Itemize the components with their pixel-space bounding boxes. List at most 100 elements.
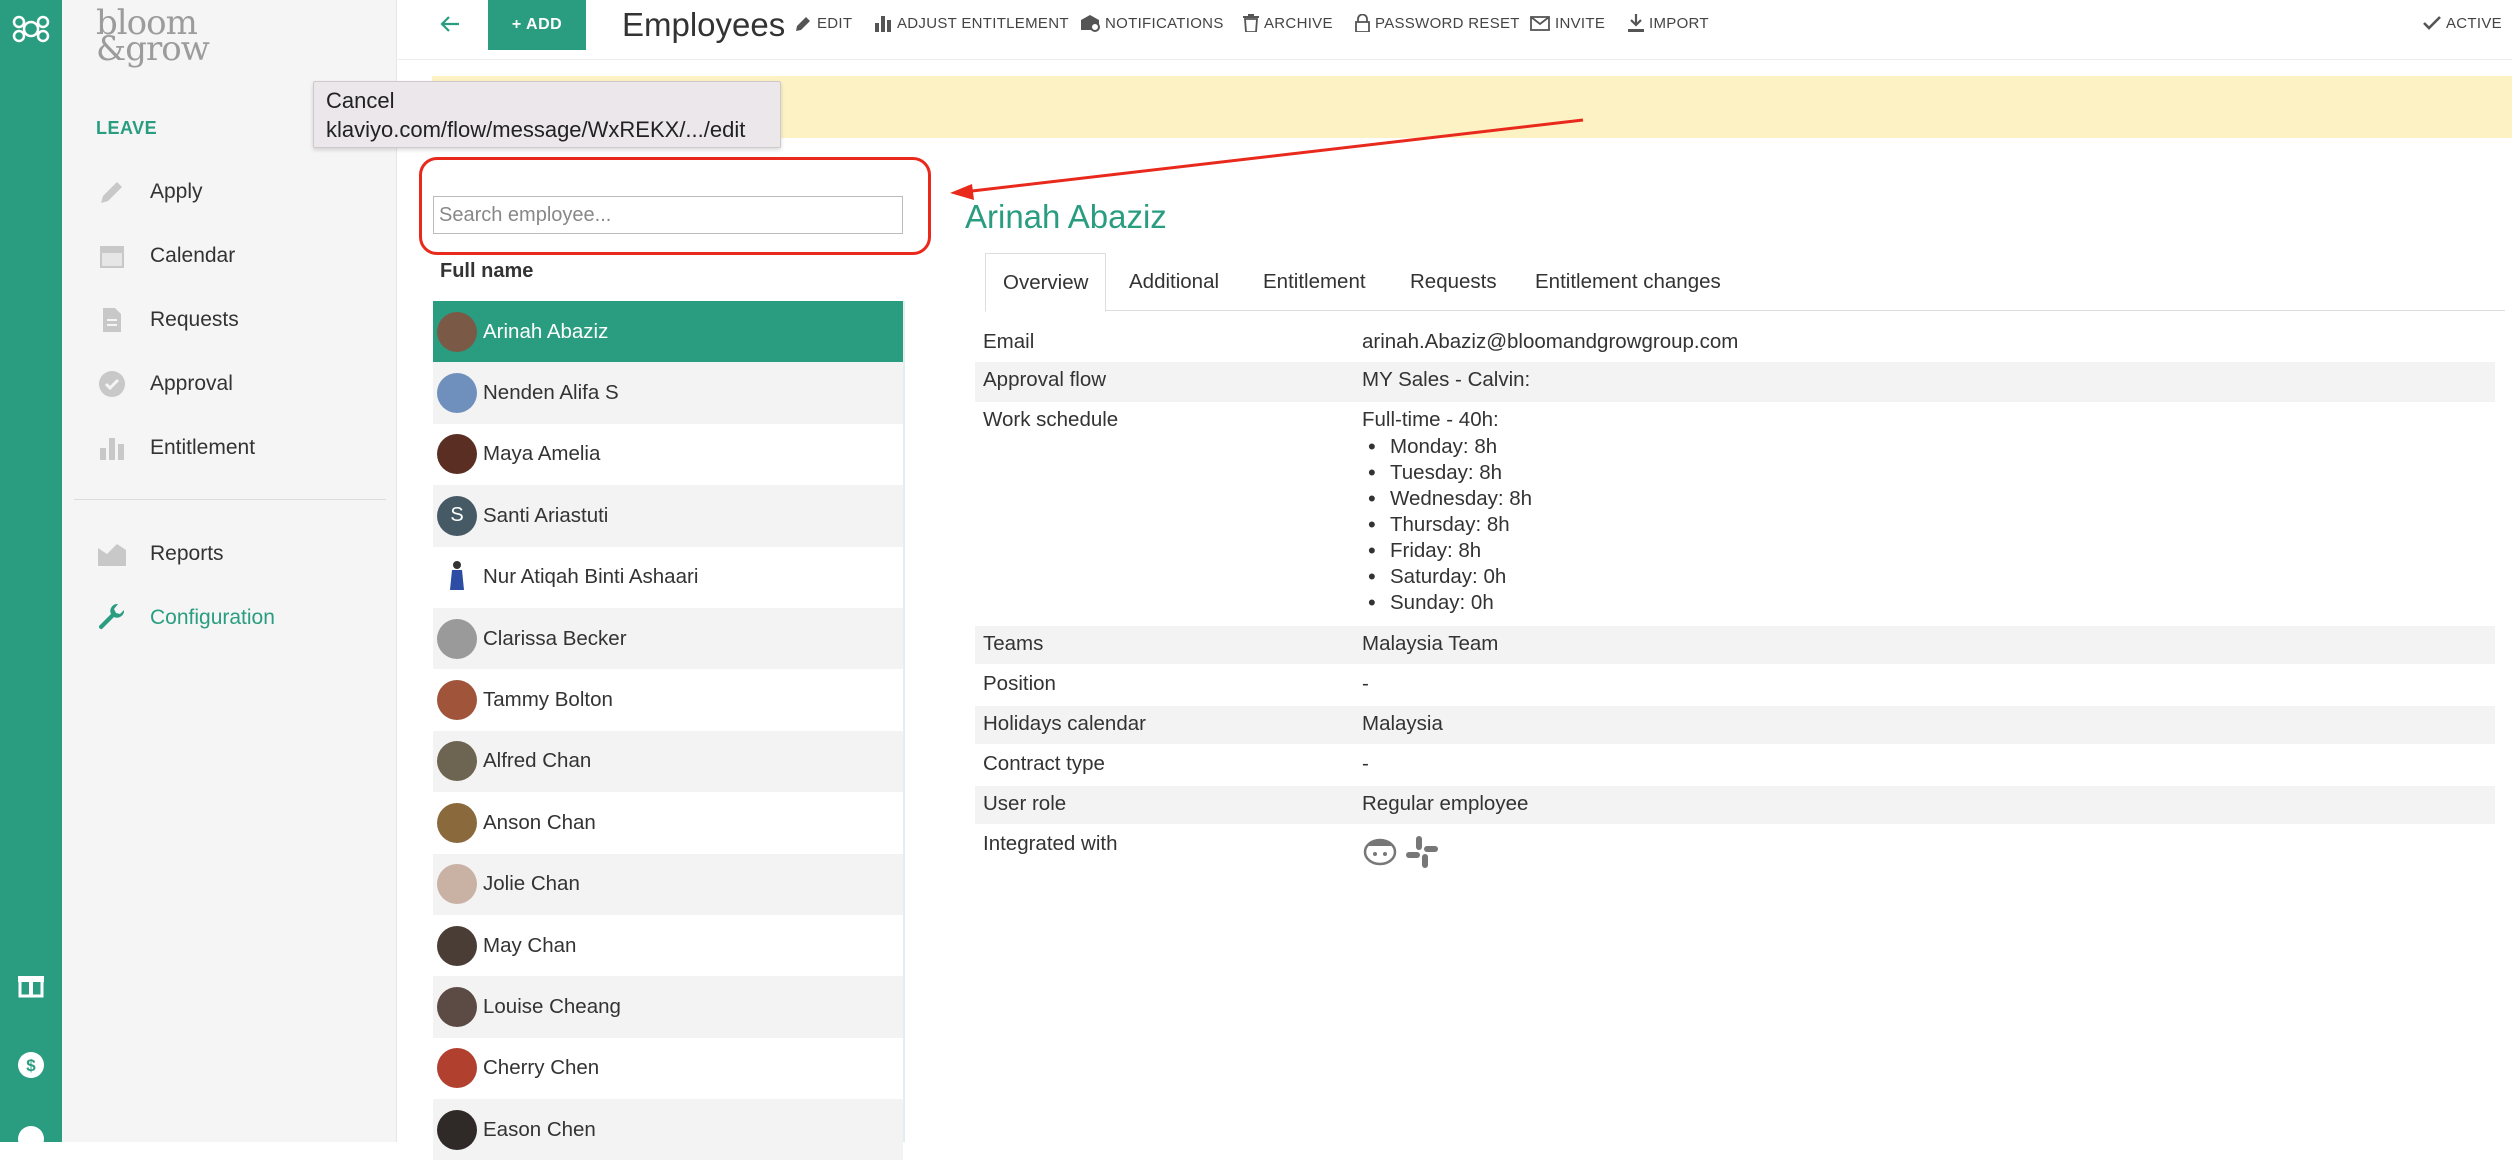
holidays-calendar-label: Holidays calendar	[983, 712, 1146, 735]
integrated-with-label: Integrated with	[983, 832, 1118, 855]
employee-row[interactable]: Nenden Alifa S	[433, 362, 903, 424]
sidebar-item-configuration[interactable]: Configuration	[96, 598, 275, 638]
sidebar-item-calendar[interactable]: Calendar	[96, 236, 235, 276]
detail-row-user-role: User role Regular employee	[975, 786, 2495, 824]
app-logo-icon[interactable]	[0, 12, 62, 46]
employee-row[interactable]: Tammy Bolton	[433, 669, 903, 730]
full-name-column-header[interactable]: Full name	[440, 260, 533, 283]
employee-row[interactable]: Cherry Chen	[433, 1038, 903, 1099]
sidebar-item-requests[interactable]: Requests	[96, 300, 239, 340]
employee-name: Nur Atiqah Binti Ashaari	[483, 565, 699, 589]
schedule-day: Saturday: 0h	[1362, 564, 1532, 590]
sidebar-item-entitlement[interactable]: Entitlement	[96, 428, 255, 468]
active-filter-button[interactable]: ACTIVE	[2423, 12, 2502, 34]
holidays-calendar-value: Malaysia	[1362, 712, 1443, 735]
tab-additional[interactable]: Additional	[1129, 253, 1219, 311]
reports-icon	[96, 538, 128, 570]
import-button[interactable]: IMPORT	[1628, 12, 1709, 34]
approval-flow-label: Approval flow	[983, 368, 1107, 391]
logo-line-2: &grow	[96, 29, 210, 69]
link-tooltip: Cancel klaviyo.com/flow/message/WxREKX/.…	[313, 81, 781, 148]
dollar-icon[interactable]: $	[0, 1050, 62, 1080]
avatar	[437, 311, 477, 352]
sidebar-item-label: Approval	[150, 372, 233, 395]
trash-icon	[1243, 14, 1259, 32]
avatar	[437, 618, 477, 659]
bar-chart-icon	[875, 16, 891, 32]
position-value: -	[1362, 672, 1369, 695]
sidebar-item-reports[interactable]: Reports	[96, 534, 224, 574]
contract-type-value: -	[1362, 752, 1369, 775]
tab-overview[interactable]: Overview	[985, 253, 1107, 312]
schedule-day: Tuesday: 8h	[1362, 460, 1532, 486]
notifications-button[interactable]: NOTIFICATIONS	[1080, 12, 1224, 34]
avatar	[437, 434, 477, 475]
sidebar-divider	[74, 499, 386, 500]
sidebar-item-approval[interactable]: Approval	[96, 364, 233, 404]
section-title-leave: LEAVE	[96, 118, 158, 138]
sidebar-item-label: Reports	[150, 542, 224, 565]
employee-name: Santi Ariastuti	[483, 503, 609, 527]
add-button[interactable]: + ADD	[488, 0, 586, 50]
back-arrow-icon[interactable]	[432, 6, 468, 42]
employee-row[interactable]: Clarissa Becker	[433, 607, 903, 670]
archive-button[interactable]: ARCHIVE	[1243, 12, 1333, 34]
active-label: ACTIVE	[2446, 14, 2502, 32]
employee-row[interactable]: Arinah Abaziz	[433, 301, 903, 363]
bar-chart-icon	[96, 432, 128, 464]
employee-name: Eason Chen	[483, 1117, 596, 1141]
tab-entitlement-changes[interactable]: Entitlement changes	[1535, 253, 1721, 311]
avatar	[437, 1109, 477, 1150]
employee-row[interactable]: May Chan	[433, 915, 903, 976]
archive-label: ARCHIVE	[1264, 14, 1333, 32]
employee-row[interactable]: Anson Chan	[433, 792, 903, 853]
tab-entitlement[interactable]: Entitlement	[1263, 253, 1366, 311]
employee-row[interactable]: Maya Amelia	[433, 424, 903, 485]
envelope-icon	[1530, 15, 1550, 31]
sidebar: bloom &grow LEAVE Apply Calendar Request…	[62, 0, 397, 1142]
contract-type-label: Contract type	[983, 752, 1105, 775]
bloom-and-grow-logo: bloom &grow	[96, 6, 210, 69]
employee-row[interactable]: Nur Atiqah Binti Ashaari	[433, 547, 903, 608]
employee-name-heading: Arinah Abaziz	[965, 198, 1167, 235]
employee-row[interactable]: Alfred Chan	[433, 730, 903, 793]
pencil-icon	[796, 16, 810, 31]
sidebar-item-label: Apply	[150, 180, 203, 203]
avatar	[437, 925, 477, 966]
sidebar-item-apply[interactable]: Apply	[96, 172, 203, 212]
annotation-highlight-box	[419, 157, 931, 255]
work-schedule-label: Work schedule	[983, 408, 1119, 431]
password-reset-label: PASSWORD RESET	[1375, 14, 1520, 32]
position-label: Position	[983, 672, 1056, 695]
employee-name: Cherry Chen	[483, 1056, 600, 1080]
gift-icon[interactable]	[0, 970, 62, 998]
employee-row[interactable]: Jolie Chan	[433, 853, 903, 915]
invite-button[interactable]: INVITE	[1530, 12, 1605, 34]
check-circle-icon	[96, 368, 128, 400]
employee-row[interactable]: S Santi Ariastuti	[433, 485, 903, 547]
employee-row[interactable]: Eason Chen	[433, 1099, 903, 1160]
schedule-day-list: Monday: 8h Tuesday: 8h Wednesday: 8h Thu…	[1362, 434, 1532, 616]
list-scroll-border	[903, 301, 905, 1142]
employee-name: Nenden Alifa S	[483, 381, 619, 405]
sidebar-item-label: Requests	[150, 308, 239, 331]
slack-icon	[1404, 834, 1440, 875]
avatar	[437, 680, 477, 721]
employee-name: Alfred Chan	[483, 749, 592, 773]
app-rail: $	[0, 0, 62, 1152]
detail-row-work-schedule: Work schedule Full-time - 40h: Monday: 8…	[975, 402, 2495, 620]
help-icon[interactable]	[0, 1124, 62, 1154]
detail-row-holidays-calendar: Holidays calendar Malaysia	[975, 706, 2495, 744]
employee-row[interactable]: Louise Cheang	[433, 976, 903, 1038]
employee-name: Anson Chan	[483, 810, 596, 834]
avatar	[437, 986, 477, 1027]
user-role-value: Regular employee	[1362, 792, 1529, 815]
detail-row-position: Position -	[975, 666, 2495, 704]
employee-name: Jolie Chan	[483, 872, 580, 896]
teams-value: Malaysia Team	[1362, 632, 1499, 655]
top-toolbar: + ADD Employees EDIT ADJUST ENTITLEMENT …	[398, 0, 2512, 60]
password-reset-button[interactable]: PASSWORD RESET	[1355, 12, 1520, 34]
tab-requests[interactable]: Requests	[1410, 253, 1497, 311]
edit-button[interactable]: EDIT	[795, 12, 852, 34]
adjust-entitlement-button[interactable]: ADJUST ENTITLEMENT	[874, 12, 1069, 34]
